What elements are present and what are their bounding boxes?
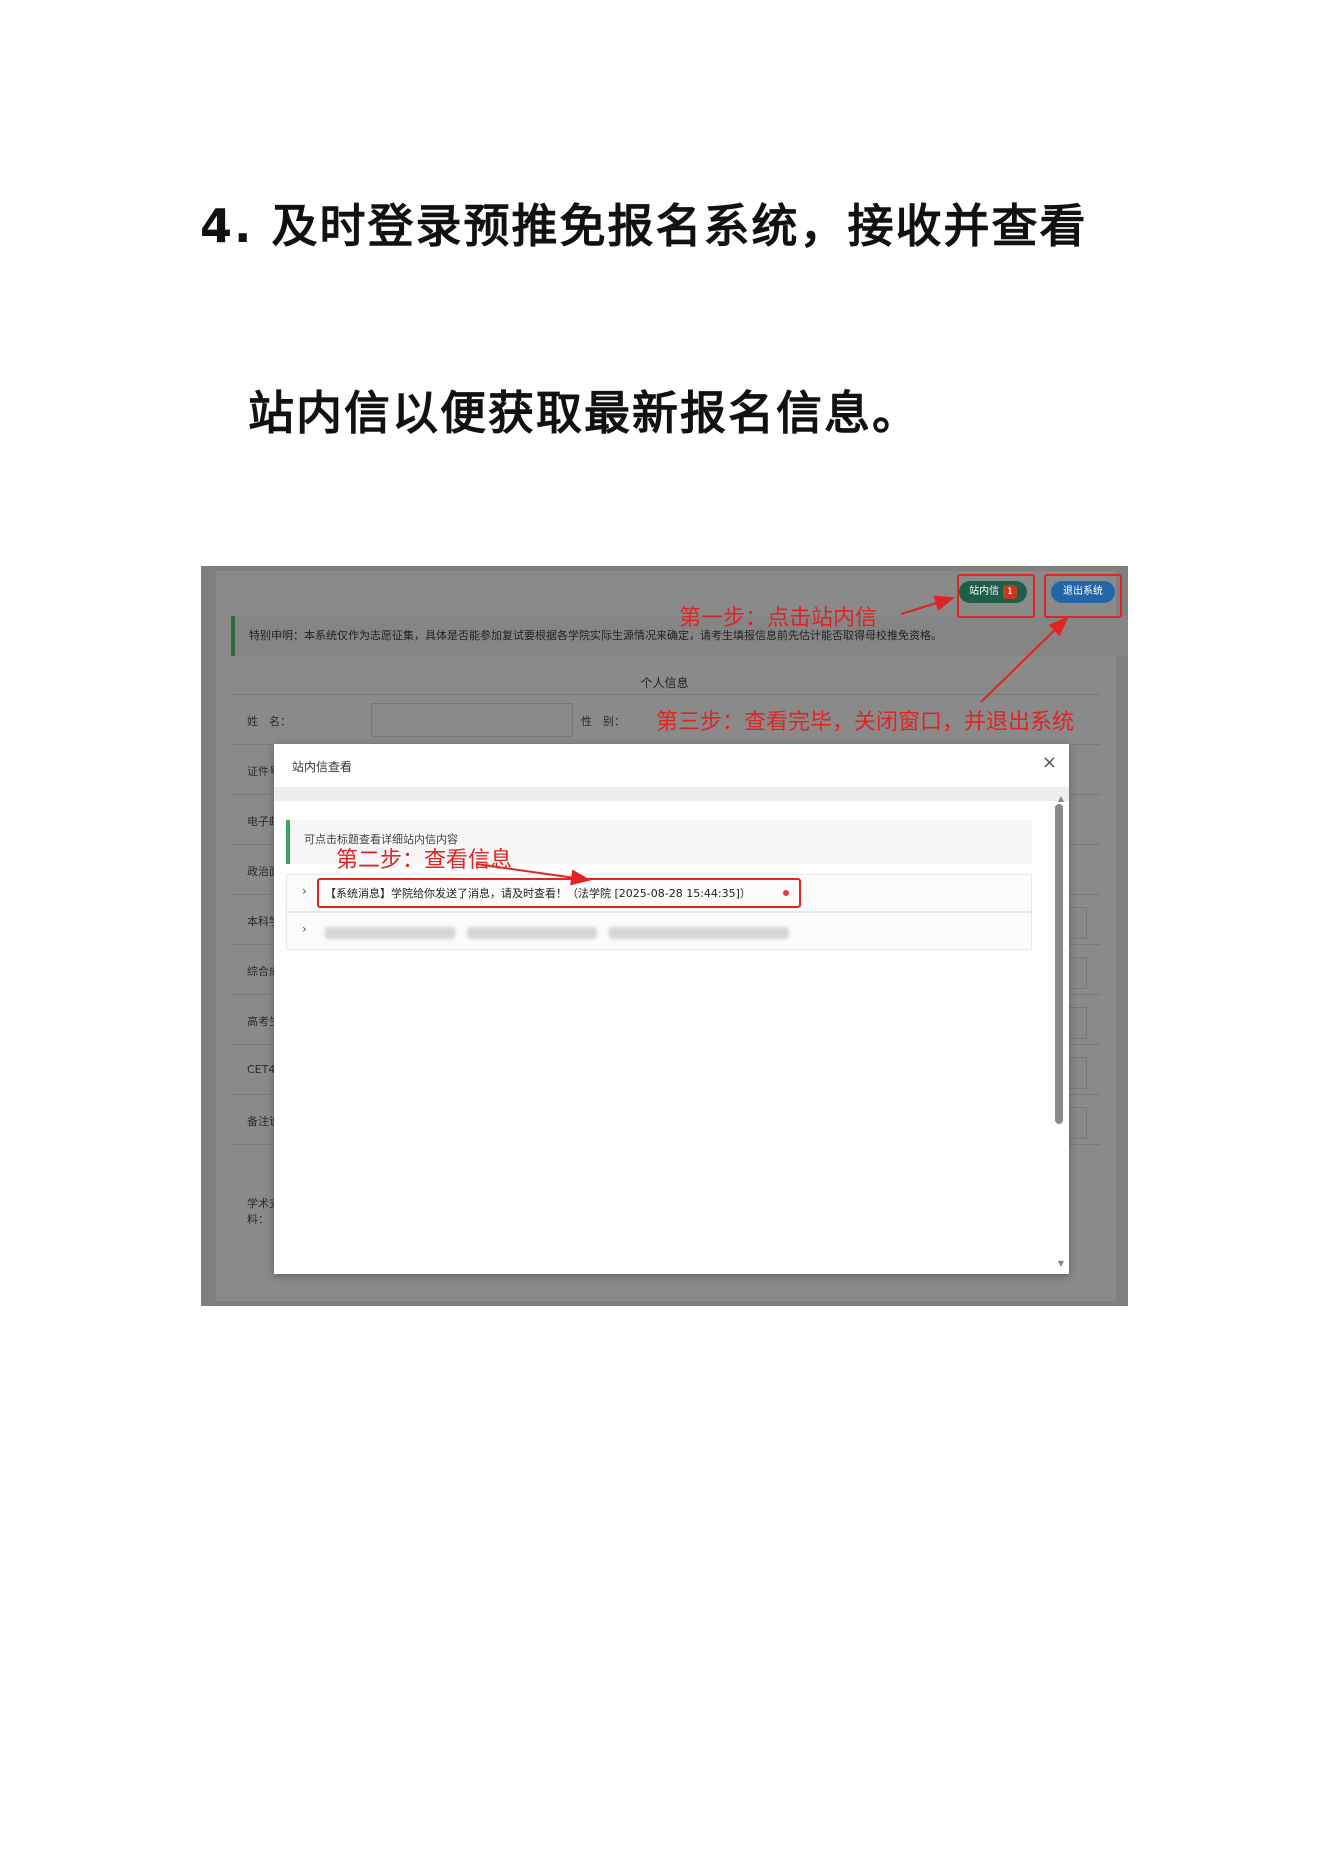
system-screenshot: 特别申明：本系统仅作为志愿征集，具体是否能参加复试要根据各学院实际生源情况来确定… (201, 566, 1128, 1306)
doc-heading-line2: 站内信以便获取最新报名信息。 (248, 386, 920, 440)
annotation-arrows (475, 595, 1069, 886)
doc-heading-line1: 4. 及时登录预推免报名系统，接收并查看 (200, 199, 1088, 253)
arrow-step2 (475, 863, 591, 886)
arrow-step3 (980, 616, 1069, 703)
arrow-step1 (900, 595, 955, 615)
